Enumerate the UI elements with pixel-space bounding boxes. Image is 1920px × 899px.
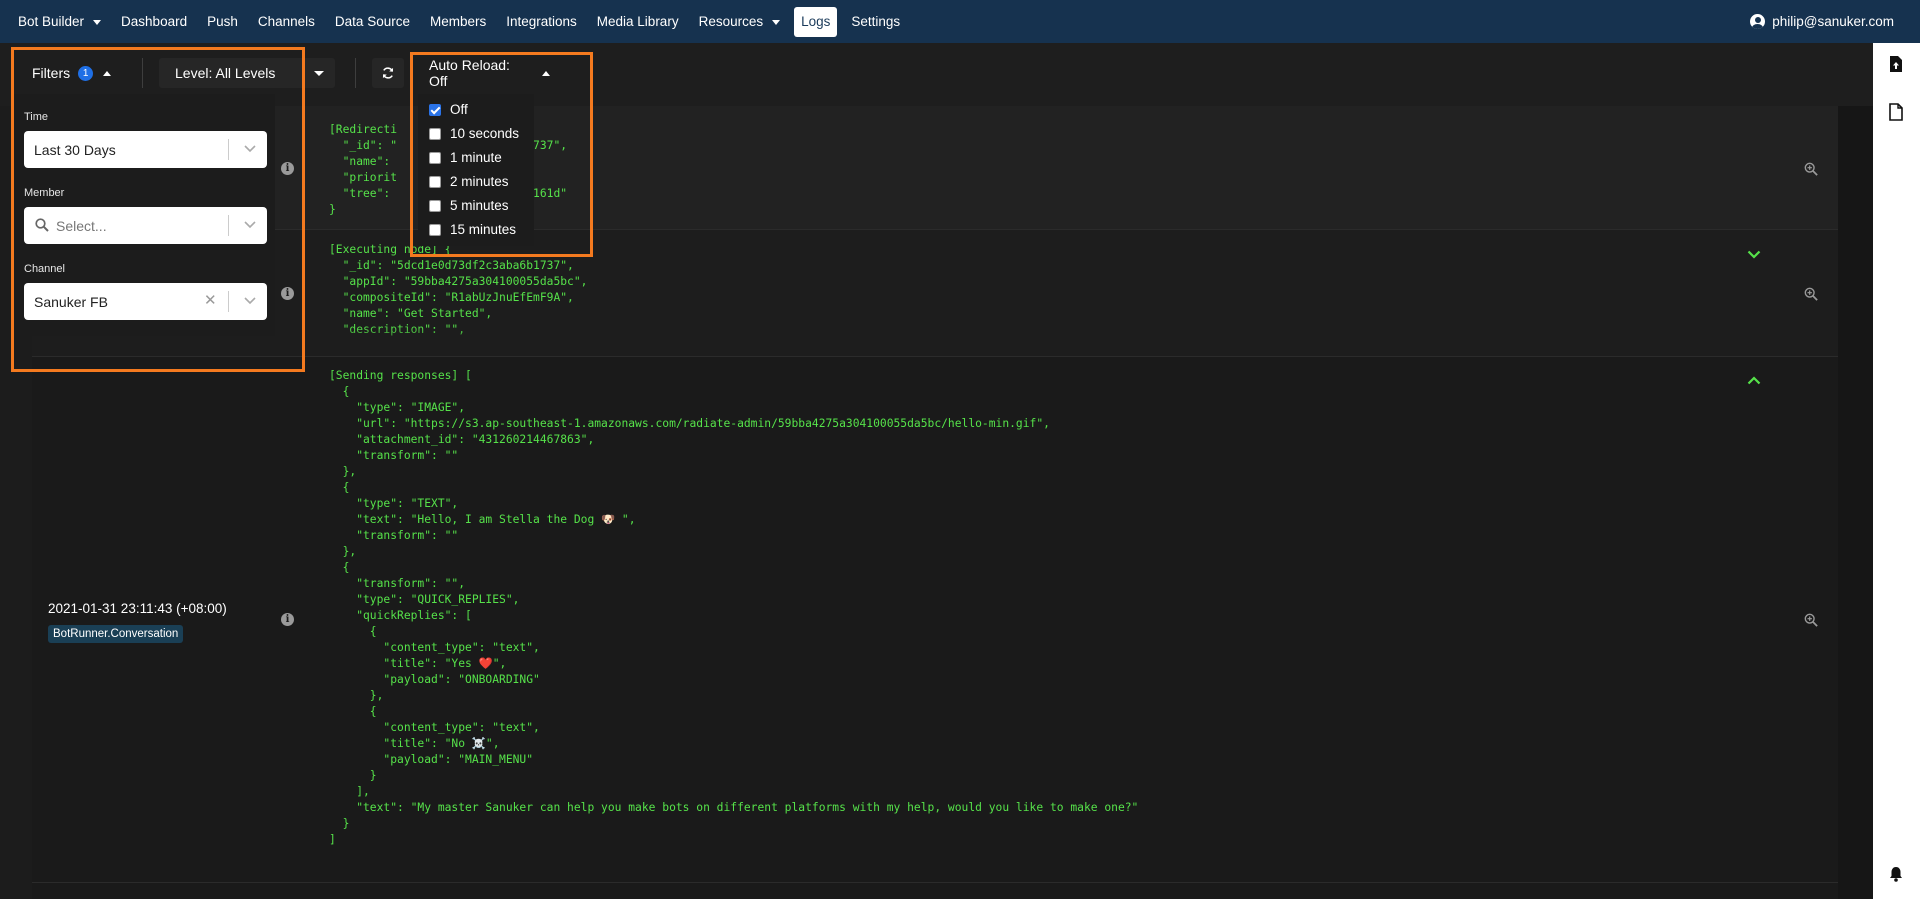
scrollbar[interactable] [1838,106,1873,899]
nav-media-library[interactable]: Media Library [587,7,689,37]
log-toolbar: Filters 1 Level: All Levels Auto Reload:… [0,43,1873,106]
auto-reload-button[interactable]: Auto Reload: Off [417,57,562,89]
log-entry: 2021-01-31 23:11:43 (+08:00) BotRunner.C… [32,357,1838,883]
checkbox[interactable] [429,127,441,140]
nav-bot-builder-label: Bot Builder [18,14,85,29]
user-avatar-icon [1750,14,1766,29]
info-icon[interactable]: i [281,613,294,626]
nav-resources[interactable]: Resources [689,7,791,37]
member-select[interactable]: Select... [24,207,267,244]
level-select[interactable]: Level: All Levels [159,58,335,88]
auto-reload-option-5m[interactable]: 5 minutes [429,198,509,213]
bell-icon[interactable] [1889,866,1903,882]
expand-chevron-icon[interactable] [1747,250,1761,259]
auto-reload-option-15m[interactable]: 15 minutes [429,222,516,237]
chevron-down-icon [244,145,256,153]
toolbar-divider [355,58,356,88]
zoom-in-icon[interactable] [1804,162,1818,176]
log-entry: i [Executing node] { "_id": "5dcd1e0d73d… [32,230,1838,357]
channel-select[interactable]: Sanuker FB ✕ [24,283,267,320]
chevron-down-icon [244,221,256,229]
option-label: 15 minutes [450,222,517,237]
member-placeholder: Select... [56,217,107,234]
right-sidebar [1873,43,1920,899]
time-select[interactable]: Last 30 Days [24,131,267,168]
checkbox-checked[interactable] [429,103,441,116]
user-menu[interactable]: philip@sanuker.com [1750,0,1894,43]
log-timestamp: 2021-01-31 23:11:43 (+08:00) [48,601,227,616]
member-label: Member [24,187,65,199]
log-list: i [Redirecti "_id": " aba6b1737", "name"… [32,106,1838,899]
level-label: Level: All Levels [175,65,276,81]
nav-push[interactable]: Push [197,7,248,37]
nav-resources-label: Resources [698,14,764,29]
option-label: 2 minutes [450,174,509,189]
option-label: 10 seconds [450,126,520,141]
user-email: philip@sanuker.com [1772,14,1894,29]
info-icon[interactable]: i [281,287,294,300]
collapse-chevron-icon[interactable] [1747,376,1761,385]
info-icon[interactable]: i [281,162,294,175]
option-label: 1 minute [450,150,502,165]
refresh-icon [382,67,394,79]
refresh-button[interactable] [372,58,404,88]
chevron-up-icon [103,70,112,76]
nav-bot-builder[interactable]: Bot Builder [0,7,111,37]
nav-integrations[interactable]: Integrations [496,7,587,37]
chevron-up-icon [542,70,550,76]
log-code: [Executing node] { "_id": "5dcd1e0d73df2… [329,243,588,336]
chevron-down-icon [244,297,256,305]
select-divider [228,291,229,312]
filters-count-badge: 1 [78,65,94,81]
nav-data-source[interactable]: Data Source [325,7,420,37]
auto-reload-option-off[interactable]: Off [429,102,468,117]
log-code: [Sending responses] [ { "type": "IMAGE",… [329,369,1139,846]
chevron-down-icon [772,19,781,25]
time-value: Last 30 Days [34,141,116,158]
select-divider [228,139,229,160]
search-icon [35,218,49,232]
checkbox[interactable] [429,223,441,236]
checkbox[interactable] [429,175,441,188]
time-label: Time [24,111,49,123]
auto-reload-option-1m[interactable]: 1 minute [429,150,502,165]
chevron-down-icon [314,71,324,76]
channel-label: Channel [24,263,65,275]
nav-settings[interactable]: Settings [841,7,910,37]
clear-icon[interactable]: ✕ [204,293,217,308]
select-divider [228,215,229,236]
file-icon[interactable] [1889,103,1903,121]
filters-panel: Time Last 30 Days Member Select... Chann… [12,94,275,336]
option-label: Off [450,102,468,117]
filters-label: Filters [32,65,71,81]
option-label: 5 minutes [450,198,509,213]
top-nav: Bot Builder Dashboard Push Channels Data… [0,0,1920,43]
filters-button[interactable]: Filters 1 [20,58,125,88]
nav-members[interactable]: Members [420,7,496,37]
auto-reload-label: Auto Reload: Off [429,57,510,89]
code-fade [32,326,1838,356]
auto-reload-option-10s[interactable]: 10 seconds [429,126,519,141]
log-source-tag: BotRunner.Conversation [48,625,184,643]
auto-reload-menu: Off 10 seconds 1 minute 2 minutes 5 minu… [418,94,534,246]
checkbox[interactable] [429,151,441,164]
zoom-in-icon[interactable] [1804,287,1818,301]
nav-logs[interactable]: Logs [794,6,838,37]
upload-file-icon[interactable] [1889,55,1903,73]
toolbar-divider [142,58,143,88]
nav-dashboard[interactable]: Dashboard [111,7,197,37]
channel-value: Sanuker FB [34,293,108,310]
auto-reload-option-2m[interactable]: 2 minutes [429,174,509,189]
checkbox[interactable] [429,199,441,212]
log-entry: i [Redirecti "_id": " aba6b1737", "name"… [32,106,1838,230]
chevron-down-icon [93,19,102,25]
nav-channels[interactable]: Channels [248,7,325,37]
zoom-in-icon[interactable] [1804,613,1818,627]
